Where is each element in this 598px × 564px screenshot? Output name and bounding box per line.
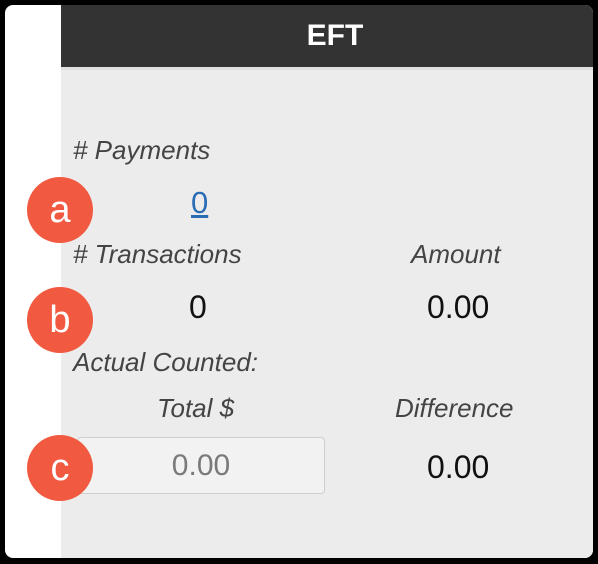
- amount-label: Amount: [411, 239, 501, 269]
- transactions-label: # Transactions: [73, 239, 242, 269]
- payments-count-link[interactable]: 0: [191, 185, 208, 221]
- total-counted-input[interactable]: [77, 437, 325, 494]
- header-divider: [61, 67, 593, 70]
- difference-label: Difference: [395, 393, 514, 423]
- payments-label: # Payments: [73, 135, 211, 165]
- amount-value: 0.00: [427, 289, 490, 325]
- annotation-badge-a: a: [27, 177, 93, 243]
- annotation-badge-c: c: [27, 435, 93, 501]
- difference-value: 0.00: [427, 449, 490, 485]
- annotation-badge-b: b: [27, 287, 93, 353]
- screenshot-frame: EFT # Payments 0 # Transactions Amount 0…: [5, 5, 593, 558]
- panel-title: EFT: [61, 5, 593, 67]
- actual-counted-label: Actual Counted:: [73, 347, 259, 377]
- transactions-count: 0: [189, 289, 207, 325]
- total-label: Total $: [157, 393, 235, 423]
